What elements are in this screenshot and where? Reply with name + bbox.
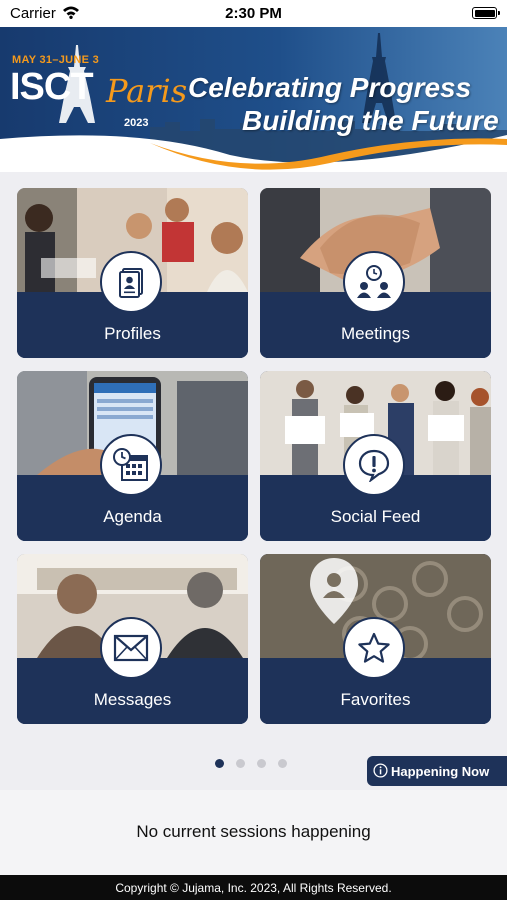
tile-icon-circle [343,251,405,313]
tile-label: Meetings [341,324,410,343]
tile-profiles[interactable]: Profiles [17,188,248,358]
info-icon [373,763,388,778]
status-bar: Carrier 2:30 PM [0,0,507,27]
star-icon [358,632,390,663]
page-dot[interactable] [236,759,245,768]
tile-label: Messages [93,690,172,709]
envelope-icon [113,634,149,662]
battery-icon [472,7,500,19]
calendar-clock-icon [113,448,148,481]
conference-dates: MAY 31–JUNE 3 [12,54,100,66]
happening-now-label: Happening Now [391,764,490,779]
clock-time: 2:30 PM [225,5,282,22]
tile-label: Agenda [103,507,162,526]
tile-agenda[interactable]: Agenda [17,371,248,541]
footer: Copyright © Jujama, Inc. 2023, All Right… [0,875,507,900]
tile-icon-circle [100,434,162,496]
profile-card-icon [119,268,143,298]
page-dot[interactable] [215,759,224,768]
speech-bubble-exclamation-icon [358,449,390,482]
tile-social-feed[interactable]: Social Feed [260,371,491,541]
tile-messages[interactable]: Messages [17,554,248,724]
conference-city: Paris [106,72,188,110]
tile-label: Profiles [104,324,161,343]
tile-icon-circle [100,617,162,679]
conference-org-logo: ISCT [10,66,94,108]
copyright-text: Copyright © Jujama, Inc. 2023, All Right… [115,881,392,895]
page-dot[interactable] [257,759,266,768]
banner-tagline-line1: Celebrating Progress [188,72,472,103]
happening-now-button[interactable]: Happening Now [367,756,507,786]
tile-icon-circle [100,251,162,313]
no-sessions-message: No current sessions happening [136,822,371,841]
page-dot[interactable] [278,759,287,768]
tile-icon-circle [343,617,405,679]
tile-icon-circle [343,434,405,496]
tile-meetings[interactable]: Meetings [260,188,491,358]
tile-favorites[interactable]: Favorites [260,554,491,724]
tile-label: Favorites [340,690,411,709]
tile-label: Social Feed [330,507,421,526]
conference-banner: MAY 31–JUNE 3 ISCT Paris 2023 Celebratin… [0,27,507,172]
banner-tagline-line2: Building the Future [242,105,499,136]
meeting-people-clock-icon [357,265,391,298]
conference-year: 2023 [124,117,149,129]
